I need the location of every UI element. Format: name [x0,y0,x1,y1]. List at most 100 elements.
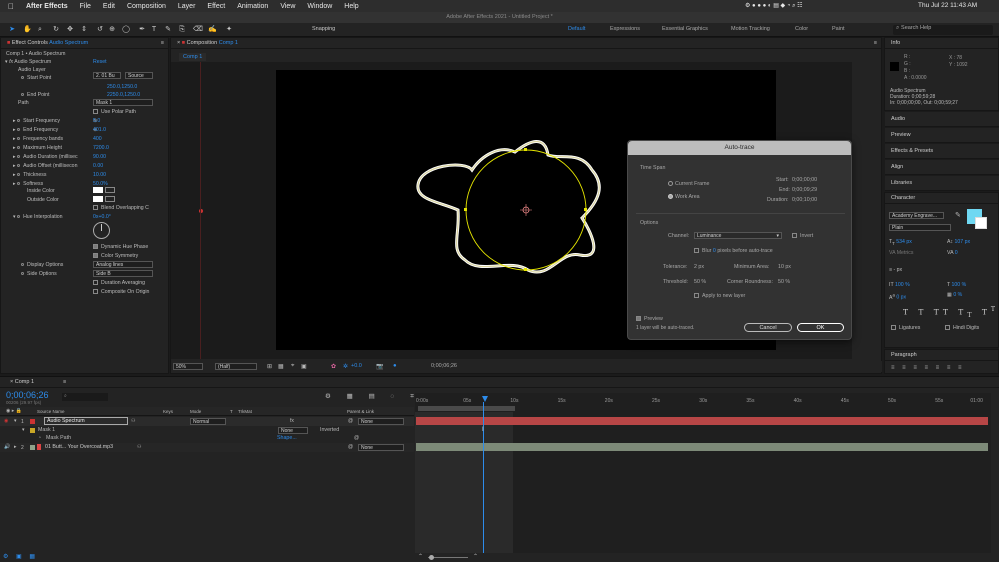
table-row[interactable]: ▾ Mask 1 None Inverted [0,426,414,434]
exposure-value[interactable]: +0.0 [351,363,362,369]
color-symmetry-row[interactable]: Color Symmetry [93,252,138,260]
disclosure-icon[interactable]: ▸ [13,127,16,133]
workspace-default[interactable]: Default [568,26,585,32]
param-value[interactable]: 90.00 [93,153,106,161]
align-panel-tab[interactable]: Align [885,160,999,175]
stopwatch-icon[interactable] [17,215,21,219]
stopwatch-icon[interactable] [21,263,24,267]
keyframe-marker[interactable]: I [482,427,484,433]
region-icon[interactable]: ⊞ [267,363,272,370]
selection-tool-icon[interactable]: ➤ [8,26,16,34]
table-row[interactable]: 🔊 ▸ 2 01 Butt... Your Overcoat.mp3 ⚇ @ N… [0,443,414,452]
blend-row[interactable]: Blend Overlapping C [93,204,149,212]
effect-controls-tab[interactable]: ■ Effect Controls Audio Spectrum ≡ [1,38,168,49]
exposure-icon[interactable]: ✲ [343,363,348,370]
color-symmetry-checkbox[interactable] [93,253,98,259]
table-row[interactable]: ◔ Mask Path Shape... @ [0,434,414,442]
preview-panel-tab[interactable]: Preview [885,128,999,143]
zoom-dropdown[interactable]: 50% [173,363,203,370]
composite-row[interactable]: Composite On Origin [93,288,149,296]
display-options-dropdown[interactable]: Analog lines [93,261,153,268]
param-value[interactable]: 0.00 [93,162,103,170]
zoom-tool-icon[interactable]: ⌕ [36,26,44,34]
resolution-dropdown[interactable]: (Half) [215,363,257,370]
param-value[interactable]: 400 [93,135,102,143]
menu-view[interactable]: View [280,3,295,10]
stopwatch-icon[interactable] [17,128,21,132]
grid-icon[interactable]: ▣ [301,363,307,370]
duration-avg-row[interactable]: Duration Averaging [93,279,145,287]
mask-color-label[interactable] [30,428,35,433]
zoom-slider-thumb[interactable] [429,555,434,560]
menu-help[interactable]: Help [344,3,358,10]
hscale-value[interactable]: 100 % [952,282,967,288]
menu-window[interactable]: Window [307,3,332,10]
pickwhip-icon[interactable]: @ [354,435,359,441]
pickwhip-icon[interactable]: @ [348,444,353,450]
close-icon[interactable]: × [10,379,13,385]
app-menu[interactable]: After Effects [26,3,68,10]
orbit-tool-icon[interactable]: ↻ [52,26,60,34]
libraries-panel-tab[interactable]: Libraries [885,176,999,191]
composite-checkbox[interactable] [93,289,98,295]
col-source-name[interactable]: Source Name [37,409,65,414]
workspace-expressions[interactable]: Expressions [610,26,640,32]
hue-dial[interactable] [93,222,110,239]
corner-value[interactable]: 50 % [778,279,790,285]
stopwatch-icon[interactable] [17,173,21,177]
min-area-value[interactable]: 10 px [778,264,791,270]
stopwatch-icon[interactable] [21,93,24,97]
audio-panel-tab[interactable]: Audio [885,112,999,127]
stroke-color-swatch[interactable] [975,217,987,229]
workspace-color[interactable]: Color [795,26,808,32]
dolly-tool-icon[interactable]: ⇕ [80,26,88,34]
snapshot-icon[interactable]: 📷 [376,363,383,370]
expand-icon[interactable]: ▾ [14,418,17,424]
layer-bar-audio[interactable] [416,443,988,451]
stopwatch-icon[interactable] [21,272,24,276]
av-switch-icons[interactable]: ◉ ▸ 🔒 [6,408,22,414]
search-help-box[interactable]: ⌕ Search Help [893,25,993,35]
disclosure-icon[interactable]: ▸ [13,136,16,142]
rotate-tool-icon[interactable]: ↺ [96,26,104,34]
mask-visibility-icon[interactable]: ⌖ [291,363,294,370]
menu-edit[interactable]: Edit [103,3,115,10]
workspace-motion-tracking[interactable]: Motion Tracking [731,26,770,32]
disclosure-icon[interactable]: ▸ [13,172,16,178]
audio-icon[interactable]: 🔊 [4,444,10,450]
shy-switch-icon[interactable]: ⚇ [137,444,141,450]
color-channels-icon[interactable]: ✿ [331,363,336,370]
param-value[interactable]: 401.0 [93,126,106,134]
disclosure-icon[interactable]: ▸ [13,118,16,124]
composition-tab[interactable]: × ■ Composition Comp 1 ≡ [171,38,881,49]
mask-mode-dropdown[interactable]: None [278,427,308,434]
preview-checkbox[interactable] [636,316,641,322]
timeline-tab[interactable]: × Comp 1 ≡ [0,377,999,388]
zoom-out-icon[interactable]: ⌃ [418,553,423,560]
parent-dropdown[interactable]: None [358,418,404,425]
viewer-timecode[interactable]: 0;00;06;26 [431,363,457,369]
dynamic-hue-row[interactable]: Dynamic Hue Phase [93,243,148,251]
invert-row[interactable]: Invert [792,233,813,239]
disclosure-icon[interactable]: ▸ [13,163,16,169]
close-icon[interactable]: × [177,40,180,46]
outside-color-swatch[interactable] [93,196,103,202]
audio-layer-dropdown[interactable]: 2. 01 Bu [93,72,121,79]
outside-color-eyedropper-icon[interactable] [105,196,115,202]
disclosure-icon[interactable]: ▸ [13,145,16,151]
stroke-width-value[interactable]: - px [893,267,902,273]
leading-value[interactable]: 107 px [955,239,971,245]
expand-icon[interactable]: ▾ [22,427,25,433]
mask-inverted-label[interactable]: Inverted [320,427,339,433]
path-dropdown[interactable]: Mask 1 [93,99,153,106]
hindi-checkbox[interactable] [945,325,950,331]
disclosure-icon[interactable]: ▾ [13,214,16,220]
shy-switch-icon[interactable]: ⚇ [131,418,135,424]
timeline-footer-icons[interactable]: ⚙ ▣ ▦ [3,553,38,560]
baseline-value[interactable]: 0 px [896,295,906,301]
menu-file[interactable]: File [80,3,91,10]
col-t[interactable]: T [230,409,233,414]
tsume-value[interactable]: 0 % [953,292,962,298]
fx-icon[interactable]: fx [9,59,13,65]
playhead-line[interactable] [483,402,484,556]
